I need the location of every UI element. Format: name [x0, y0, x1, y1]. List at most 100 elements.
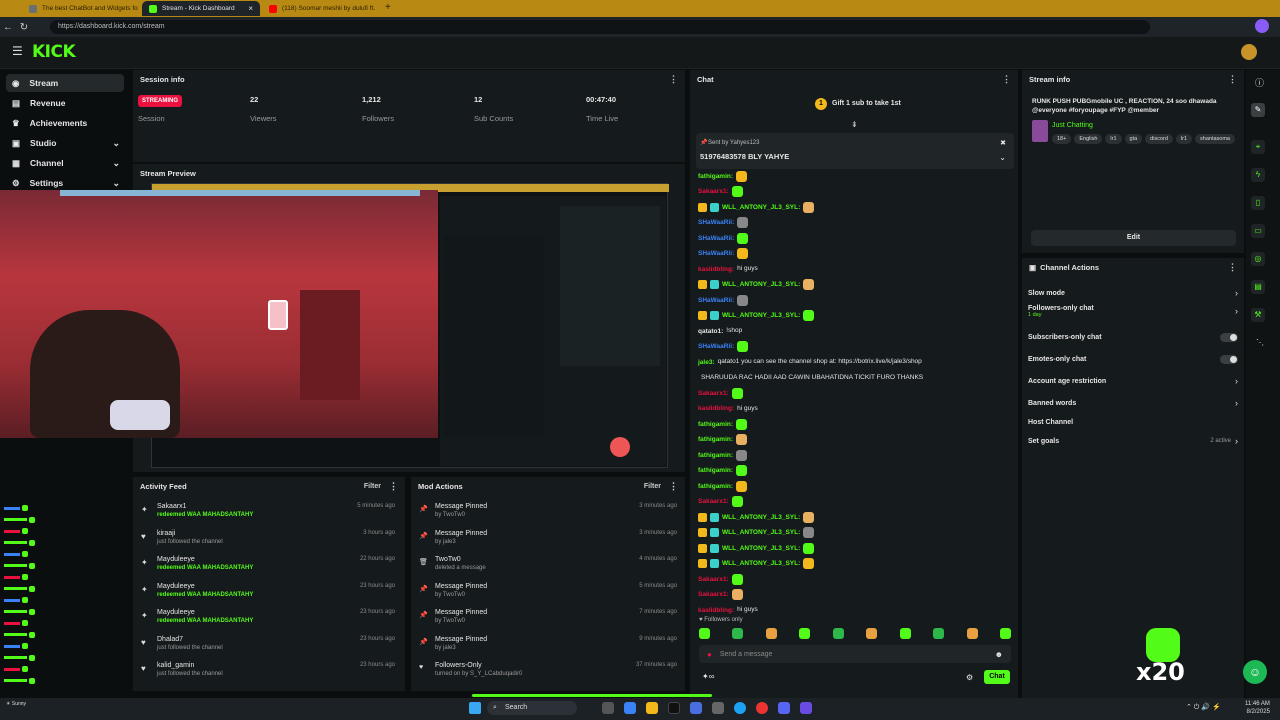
chat-username[interactable]: SHaWaaRii: — [698, 250, 734, 257]
chat-message[interactable]: Sakaarx1: — [698, 572, 1013, 586]
layout-icon[interactable]: ▤ — [1251, 280, 1265, 294]
chat-message[interactable]: fathigamin: — [698, 433, 1013, 447]
quick-emote-icon[interactable] — [933, 628, 945, 639]
more-icon[interactable]: ⋮ — [669, 481, 678, 492]
reload-icon[interactable]: ↻ — [16, 22, 32, 33]
chrome-icon[interactable] — [756, 702, 768, 714]
browser-tab-active[interactable]: Stream - Kick Dashboard × — [142, 1, 260, 16]
toggle-switch[interactable] — [1220, 354, 1238, 364]
tag[interactable]: English — [1074, 134, 1103, 144]
chat-message[interactable]: qatato1: !shop — [698, 324, 1013, 338]
edit-button[interactable]: Edit — [1031, 230, 1236, 246]
task-view-icon[interactable] — [602, 702, 614, 714]
mod-action-item[interactable]: 📌 Message Pinned by TwoTw0 7 minutes ago — [411, 607, 685, 633]
chat-username[interactable]: Sakaarx1: — [698, 498, 729, 505]
chat-message[interactable]: kaslidbling: hi guys — [698, 603, 1013, 617]
sidebar-item-revenue[interactable]: ▤ Revenue — [6, 94, 124, 112]
tag[interactable]: 18+ — [1052, 134, 1072, 144]
chat-message[interactable]: SHaWaaRii: — [698, 216, 1013, 230]
more-icon[interactable]: ⋮ — [389, 481, 398, 492]
quick-emote-icon[interactable] — [732, 628, 744, 639]
url-bar[interactable]: https://dashboard.kick.com/stream — [50, 20, 1150, 34]
chat-username[interactable]: WLL_ANTONY_JL3_SYL: — [722, 529, 800, 536]
activity-item[interactable]: ♥ kiraaji just followed the channel 3 hours… — [133, 528, 403, 554]
chat-message[interactable]: fathigamin: — [698, 417, 1013, 431]
chat-username[interactable]: Sakaarx1: — [698, 576, 729, 583]
channel-action-slow-mode[interactable]: Slow mode › — [1028, 284, 1238, 302]
channel-action-account-age-restriction[interactable]: Account age restriction › — [1028, 372, 1238, 390]
chat-username[interactable]: fathigamin: — [698, 483, 733, 490]
chat-message[interactable]: fathigamin: — [698, 464, 1013, 478]
settings-icon[interactable]: ⚙ — [966, 673, 973, 682]
chat-username[interactable]: WLL_ANTONY_JL3_SYL: — [722, 545, 800, 552]
activity-item[interactable]: ♥ Dhalad7 just followed the channel 23 hour… — [133, 634, 403, 660]
chat-username[interactable]: SHaWaaRii: — [698, 343, 734, 350]
browser-tab[interactable]: (118) Soomar meshii by dulufi ft.× — [262, 1, 380, 16]
quick-emote-icon[interactable] — [966, 628, 978, 639]
emote-picker-icon[interactable]: ☻ — [995, 650, 1003, 659]
activity-item[interactable]: ✦ Mayduleeye redeemed WAA MAHADSANTAHY 23 h… — [133, 581, 403, 607]
chat-username[interactable]: jale3: — [698, 359, 715, 366]
discord-icon[interactable] — [778, 702, 790, 714]
chat-username[interactable]: WLL_ANTONY_JL3_SYL: — [722, 204, 800, 211]
chat-message[interactable]: SHaWaaRii: — [698, 340, 1013, 354]
chat-message[interactable]: Sakaarx1: — [698, 588, 1013, 602]
mod-action-item[interactable]: 📌 Message Pinned by jale3 9 minutes ago — [411, 634, 685, 660]
mod-action-item[interactable]: 📌 Message Pinned by TwoTw0 5 minutes ago — [411, 581, 685, 607]
category-name[interactable]: Just Chatting — [1052, 122, 1093, 129]
tag[interactable]: shantasoma — [1195, 134, 1235, 144]
sidebar-item-studio[interactable]: ▣ Studio ⌄ — [6, 134, 124, 152]
chat-message[interactable]: WLL_ANTONY_JL3_SYL: — [698, 557, 1013, 571]
toggle-switch[interactable] — [1220, 332, 1238, 342]
chat-username[interactable]: kaslidbling: — [698, 607, 734, 614]
channel-action-subscribers-only-chat[interactable]: Subscribers-only chat — [1028, 328, 1238, 346]
more-icon[interactable]: ⋮ — [1002, 74, 1011, 85]
chat-message[interactable]: WLL_ANTONY_JL3_SYL: — [698, 200, 1013, 214]
tag[interactable]: lr1 — [1105, 134, 1122, 144]
chat-message[interactable]: Sakaarx1: — [698, 386, 1013, 400]
chat-message[interactable]: kaslidbling: hi guys — [698, 262, 1013, 276]
chat-username[interactable]: fathigamin: — [698, 421, 733, 428]
edit-icon[interactable]: ✎ — [1251, 103, 1265, 117]
user-avatar[interactable] — [1241, 44, 1257, 60]
chat-username[interactable]: qatato1: — [698, 328, 723, 335]
browser-tab[interactable]: The best ChatBot and Widgets fo× — [22, 1, 140, 16]
system-clock[interactable]: 11:46 AM 8/2/2025 — [1245, 700, 1270, 716]
chat-message[interactable]: fathigamin: — [698, 448, 1013, 462]
tag[interactable]: lr1 — [1175, 134, 1193, 144]
edge-icon[interactable] — [734, 702, 746, 714]
channel-action-emotes-only-chat[interactable]: Emotes-only chat — [1028, 350, 1238, 368]
chat-message[interactable]: SHARUUDA RAC HADII AAD CAWIN UBAHATIDNA … — [698, 371, 1013, 385]
quick-emote-icon[interactable] — [699, 628, 710, 639]
broadcast-icon[interactable]: ◎ — [1251, 252, 1265, 266]
chat-message[interactable]: WLL_ANTONY_JL3_SYL: — [698, 278, 1013, 292]
chat-username[interactable]: Sakaarx1: — [698, 188, 729, 195]
chat-username[interactable]: kaslidbling: — [698, 405, 734, 412]
chat-message[interactable]: WLL_ANTONY_JL3_SYL: — [698, 541, 1013, 555]
chat-message[interactable]: Sakaarx1: — [698, 495, 1013, 509]
activity-name[interactable]: Mayduleeye — [157, 609, 195, 616]
more-icon[interactable]: ⋮ — [1228, 74, 1237, 85]
info-icon[interactable]: ⓘ — [1255, 76, 1264, 89]
close-icon[interactable]: × — [248, 4, 253, 13]
mod-action-item[interactable]: ♥ Followers-Only turned on by S_Y_LCabduqa… — [411, 660, 685, 686]
chat-username[interactable]: WLL_ANTONY_JL3_SYL: — [722, 560, 800, 567]
quick-emote-icon[interactable] — [999, 628, 1011, 639]
windows-start-icon[interactable] — [469, 702, 481, 714]
lightning-icon[interactable]: ϟ — [1251, 168, 1265, 182]
wrench-icon[interactable]: ⚒ — [1251, 308, 1265, 322]
quick-emote-icon[interactable] — [765, 628, 777, 639]
channel-action-followers-only-chat[interactable]: Followers-only chat 1 day › — [1028, 302, 1238, 320]
channel-action-host-channel[interactable]: Host Channel — [1028, 413, 1238, 431]
menu-icon[interactable]: ☰ — [12, 44, 23, 58]
chat-message[interactable]: Sakaarx1: — [698, 185, 1013, 199]
activity-name[interactable]: Mayduleeye — [157, 583, 195, 590]
chat-message[interactable]: WLL_ANTONY_JL3_SYL: — [698, 526, 1013, 540]
chat-message[interactable]: kaslidbling: hi guys — [698, 402, 1013, 416]
chat-input[interactable]: ● Send a message ☻ — [699, 645, 1011, 663]
taskbar-search[interactable]: ⌕ Search — [487, 701, 577, 715]
chat-username[interactable]: WLL_ANTONY_JL3_SYL: — [722, 281, 800, 288]
activity-item[interactable]: ✦ Sakaarx1 redeemed WAA MAHADSANTAHY 5 minu… — [133, 501, 403, 527]
chat-username[interactable]: Sakaarx1: — [698, 591, 729, 598]
profile-avatar[interactable] — [1255, 19, 1269, 33]
